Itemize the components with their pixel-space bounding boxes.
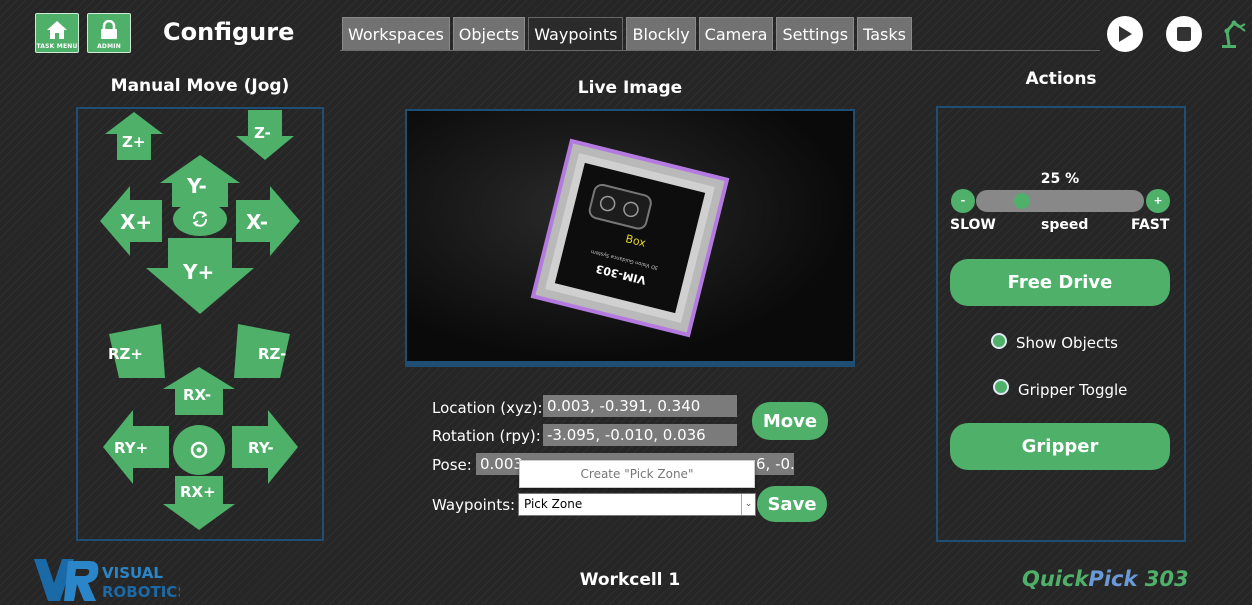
jog-z-plus-button[interactable]: Z+ xyxy=(105,112,163,160)
jog-rx-plus-button[interactable]: RX+ xyxy=(163,476,235,530)
stop-button[interactable] xyxy=(1166,16,1202,52)
actions-heading: Actions xyxy=(1025,69,1097,89)
speed-increase-button[interactable]: + xyxy=(1146,189,1170,213)
play-icon xyxy=(1119,26,1132,42)
live-image-heading: Live Image xyxy=(577,78,683,98)
brand-pick: Pick xyxy=(1088,567,1138,591)
jog-y-plus-button[interactable]: Y+ xyxy=(146,238,254,314)
tab-bar: Workspaces Objects Waypoints Blockly Cam… xyxy=(342,17,912,50)
tab-waypoints[interactable]: Waypoints xyxy=(528,17,624,50)
show-objects-label: Show Objects xyxy=(1016,334,1118,352)
live-image-view[interactable]: Box VIM-303 3D Vision Guidance System xyxy=(405,109,855,367)
play-button[interactable] xyxy=(1107,16,1143,52)
jog-ry-minus-label: RY- xyxy=(248,439,274,457)
slow-label: SLOW xyxy=(950,217,996,233)
jog-z-minus-button[interactable]: Z- xyxy=(236,110,294,160)
pose-value-right: 6, -0.( xyxy=(756,455,794,473)
visual-robotics-logo: VISUAL ROBOTICS xyxy=(32,557,188,605)
gripper-button[interactable]: Gripper xyxy=(950,423,1170,470)
chevron-down-icon: ⌄ xyxy=(741,494,755,515)
jog-rx-minus-label: RX- xyxy=(183,386,212,404)
show-objects-radio[interactable] xyxy=(991,333,1007,349)
rotation-label: Rotation (rpy): xyxy=(432,427,541,445)
task-menu-label: TASK MENU xyxy=(36,43,78,50)
jog-heading: Manual Move (Jog) xyxy=(110,76,290,96)
jog-y-minus-button[interactable]: Y- xyxy=(160,155,240,207)
task-menu-button[interactable]: TASK MENU xyxy=(35,13,79,53)
speed-decrease-button[interactable]: - xyxy=(951,189,975,213)
rotation-field[interactable]: -3.095, -0.010, 0.036 xyxy=(543,424,737,446)
speed-label: speed xyxy=(1041,217,1089,233)
jog-ry-plus-button[interactable]: RY+ xyxy=(103,410,169,484)
move-button[interactable]: Move xyxy=(752,402,828,440)
workcell-label: Workcell 1 xyxy=(579,570,681,590)
create-waypoint-option[interactable]: Create "Pick Zone" xyxy=(519,460,755,488)
admin-label: ADMIN xyxy=(97,43,121,50)
tab-camera[interactable]: Camera xyxy=(698,17,774,50)
jog-ry-plus-label: RY+ xyxy=(114,439,149,457)
detected-box: Box VIM-303 3D Vision Guidance System xyxy=(530,138,730,338)
jog-ry-minus-button[interactable]: RY- xyxy=(232,410,298,484)
jog-rz-minus-label: RZ- xyxy=(258,345,287,363)
jog-z-minus-label: Z- xyxy=(254,124,271,142)
gripper-toggle-label: Gripper Toggle xyxy=(1018,381,1128,399)
stop-icon xyxy=(1177,27,1191,41)
tab-objects[interactable]: Objects xyxy=(452,17,526,50)
quickpick-brand: QuickPick 303 xyxy=(1022,567,1189,591)
location-label: Location (xyz): xyxy=(432,399,543,417)
gripper-toggle-radio[interactable] xyxy=(993,379,1009,395)
waypoints-label: Waypoints: xyxy=(432,496,516,514)
tab-workspaces[interactable]: Workspaces xyxy=(342,17,450,50)
tab-settings[interactable]: Settings xyxy=(776,17,855,50)
jog-rx-minus-button[interactable]: RX- xyxy=(163,367,235,415)
speed-slider-thumb[interactable] xyxy=(1014,193,1030,209)
jog-reset-button[interactable] xyxy=(173,202,227,236)
svg-text:ROBOTICS: ROBOTICS xyxy=(102,583,180,601)
waypoints-select[interactable]: Pick Zone ⌄ xyxy=(518,493,756,516)
waypoints-selected-value: Pick Zone xyxy=(524,497,583,511)
location-field[interactable]: 0.003, -0.391, 0.340 xyxy=(543,395,737,417)
speed-percent: 25 % xyxy=(1040,171,1080,187)
jog-rz-plus-label: RZ+ xyxy=(108,345,143,363)
home-icon xyxy=(47,21,67,39)
save-button[interactable]: Save xyxy=(757,486,827,522)
tab-blockly[interactable]: Blockly xyxy=(626,17,696,50)
svg-text:VISUAL: VISUAL xyxy=(102,564,163,582)
jog-center-button[interactable] xyxy=(173,425,225,475)
speed-slider-track[interactable] xyxy=(976,190,1144,212)
pose-label: Pose: xyxy=(432,456,472,474)
jog-y-plus-label: Y+ xyxy=(183,260,215,284)
pose-value-left: 0.003 xyxy=(480,455,523,473)
tab-tasks[interactable]: Tasks xyxy=(857,17,912,50)
robot-arm-icon[interactable] xyxy=(1218,18,1250,54)
jog-y-minus-label: Y- xyxy=(187,174,207,198)
brand-quick: Quick xyxy=(1022,567,1089,591)
brand-num: 303 xyxy=(1137,567,1189,591)
jog-rz-plus-button[interactable]: RZ+ xyxy=(105,322,165,378)
fast-label: FAST xyxy=(1131,217,1170,233)
jog-x-minus-label: X- xyxy=(246,210,269,234)
jog-x-plus-label: X+ xyxy=(120,210,153,234)
admin-button[interactable]: ADMIN xyxy=(87,13,131,53)
jog-rz-minus-button[interactable]: RZ- xyxy=(234,322,294,378)
jog-rx-plus-label: RX+ xyxy=(180,483,216,501)
free-drive-button[interactable]: Free Drive xyxy=(950,259,1170,306)
page-title: Configure xyxy=(163,18,295,46)
lock-icon xyxy=(101,20,117,39)
jog-z-plus-label: Z+ xyxy=(122,133,146,151)
